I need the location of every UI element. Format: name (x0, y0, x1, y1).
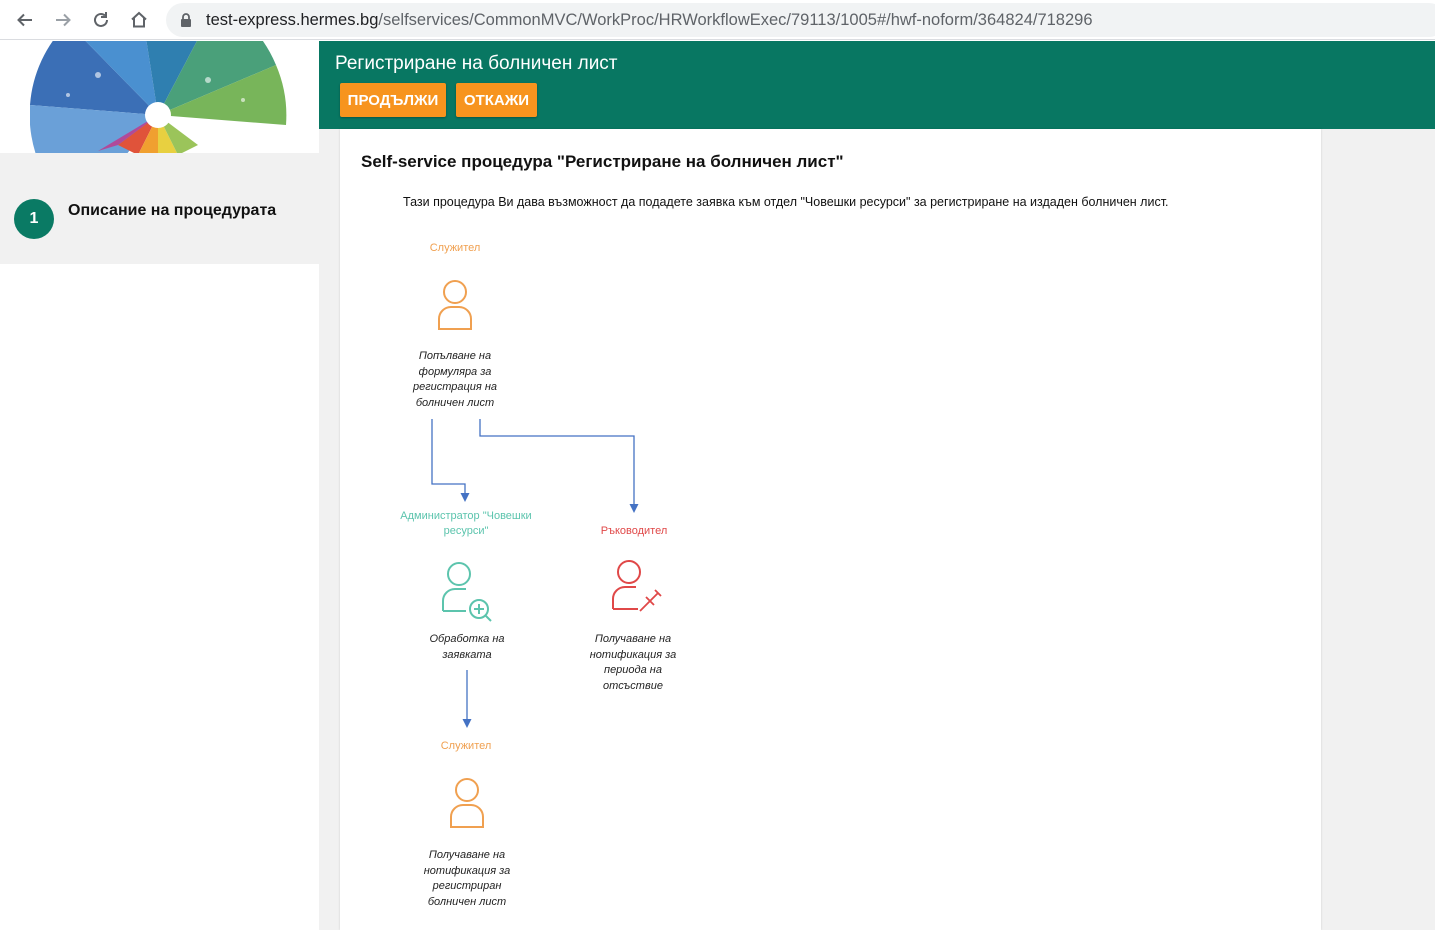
connector-employee-to-manager (479, 419, 635, 506)
hr-admin-person-icon (442, 562, 492, 622)
step-label: Описание на процедурата (68, 202, 277, 219)
browser-toolbar: test-express.hermes.bg/selfservices/Comm… (0, 0, 1435, 40)
lock-icon (181, 13, 191, 27)
step-number: 1 (14, 199, 54, 239)
step-item-description[interactable]: 1 Описание на процедурата (0, 153, 319, 264)
role-manager: Ръководител (600, 525, 668, 537)
procedure-header: Регистриране на болничен лист ПРОДЪЛЖИ О… (319, 41, 1435, 129)
step-caption-process-request: Обработка на заявката (429, 633, 505, 661)
home-icon[interactable] (125, 6, 153, 34)
continue-button[interactable]: ПРОДЪЛЖИ (340, 83, 446, 117)
content-card: Self-service процедура "Регистриране на … (340, 129, 1321, 930)
role-hr-admin: Администратор "Човешки ресурси" (400, 510, 532, 537)
manager-person-icon (612, 560, 662, 612)
step-caption-manager-notification: Получаване на нотификация за периода на … (589, 633, 677, 692)
step-caption-fill-form: Попълване на формуляра за регистрация на… (412, 350, 498, 409)
company-logo (0, 41, 319, 153)
role-employee-final: Служител (440, 740, 492, 752)
connector-employee-to-hr (431, 419, 466, 495)
hr-wheel-logo (30, 41, 287, 153)
arrowhead (460, 493, 470, 502)
role-employee: Служител (429, 242, 481, 254)
employee-final-person-icon (450, 778, 484, 828)
arrowhead (462, 719, 472, 728)
address-bar[interactable]: test-express.hermes.bg/selfservices/Comm… (166, 3, 1435, 37)
arrowhead (629, 504, 639, 513)
employee-person-icon (438, 280, 472, 330)
page-title: Регистриране на болничен лист (335, 53, 618, 74)
step-caption-employee-notification: Получаване на нотификация за регистриран… (423, 849, 511, 908)
sidebar: 1 Описание на процедурата (0, 41, 319, 930)
reload-icon[interactable] (87, 6, 115, 34)
url-text: test-express.hermes.bg/selfservices/Comm… (206, 11, 1093, 29)
cancel-button[interactable]: ОТКАЖИ (456, 83, 537, 117)
back-icon[interactable] (11, 6, 39, 34)
forward-icon[interactable] (49, 6, 77, 34)
